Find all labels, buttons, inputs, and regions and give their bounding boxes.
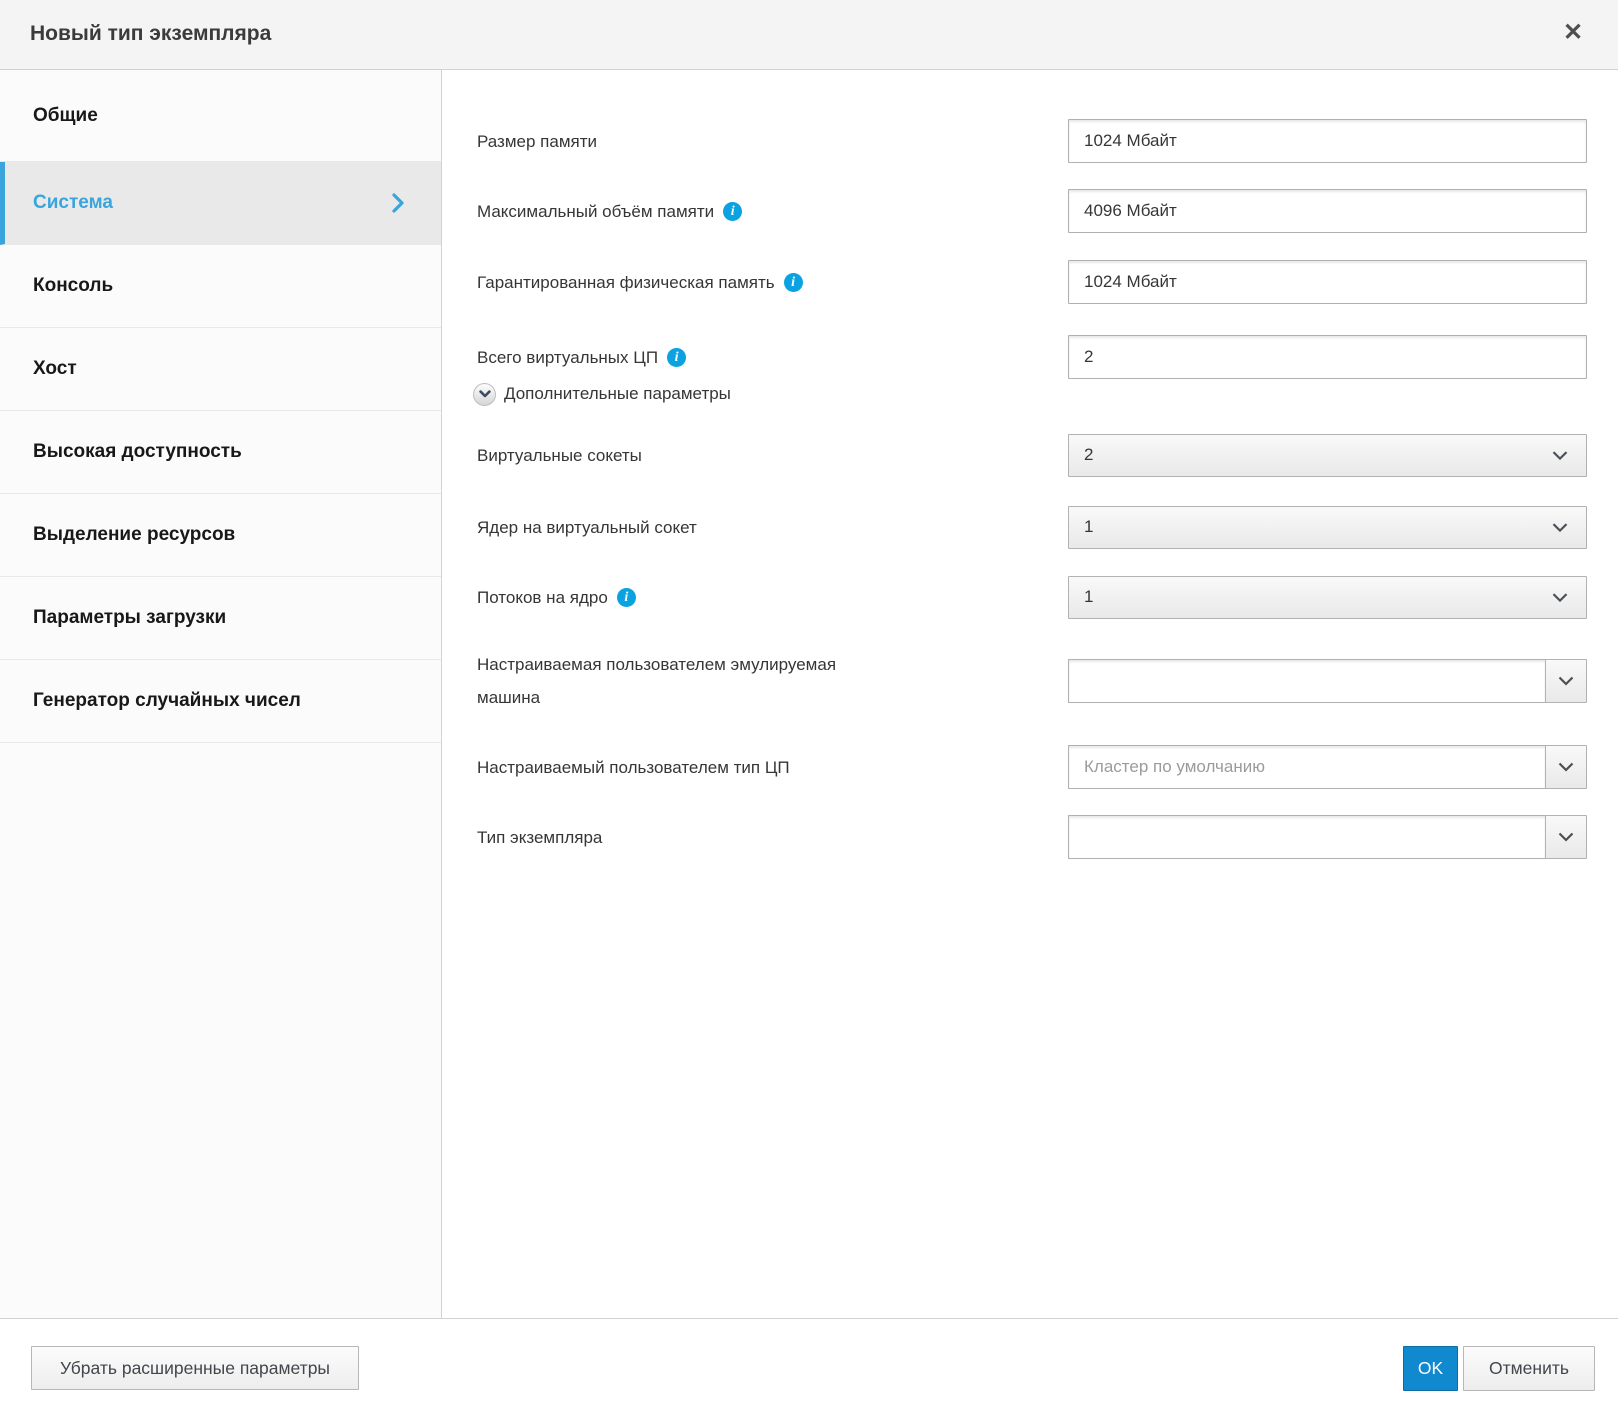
custom-emulated-machine-combobox: [1068, 659, 1587, 703]
new-instance-type-dialog: Новый тип экземпляра ✕ Общие Система Кон…: [0, 0, 1618, 1415]
threads-per-core-select[interactable]: 1: [1068, 576, 1587, 619]
sidebar-item-label: Выделение ресурсов: [33, 524, 235, 546]
combobox-dropdown-button[interactable]: [1545, 745, 1587, 789]
dialog-header: Новый тип экземпляра ✕: [0, 0, 1618, 70]
cores-per-socket-row: Ядер на виртуальный сокет 1: [477, 505, 1587, 549]
guaranteed-memory-input[interactable]: [1068, 260, 1587, 304]
custom-emulated-machine-input[interactable]: [1068, 659, 1545, 703]
dialog-sidebar: Общие Система Консоль Хост Высокая досту…: [0, 70, 442, 1318]
info-icon[interactable]: i: [667, 348, 686, 367]
custom-cpu-type-label: Настраиваемый пользователем тип ЦП: [477, 751, 1068, 784]
info-icon[interactable]: i: [723, 202, 742, 221]
sidebar-item-console[interactable]: Консоль: [0, 245, 441, 328]
sidebar-item-label: Система: [33, 192, 113, 214]
sidebar-item-label: Хост: [33, 358, 77, 380]
chevron-down-icon: [1552, 523, 1568, 533]
cancel-button[interactable]: Отменить: [1463, 1346, 1595, 1391]
guaranteed-memory-row: Гарантированная физическая память i: [477, 260, 1587, 304]
sidebar-item-label: Высокая доступность: [33, 441, 242, 463]
virtual-sockets-select[interactable]: 2: [1068, 434, 1587, 477]
sidebar-item-system[interactable]: Система: [0, 162, 441, 245]
chevron-down-icon: [1552, 451, 1568, 461]
custom-cpu-type-row: Настраиваемый пользователем тип ЦП: [477, 745, 1587, 789]
chevron-right-icon: [391, 192, 405, 214]
memory-size-input[interactable]: [1068, 119, 1587, 163]
ok-button[interactable]: OK: [1403, 1346, 1458, 1391]
dialog-title: Новый тип экземпляра: [30, 22, 271, 46]
total-virtual-cpus-input[interactable]: [1068, 335, 1587, 379]
instance-type-row: Тип экземпляра: [477, 815, 1587, 859]
cores-per-socket-label: Ядер на виртуальный сокет: [477, 511, 1068, 544]
instance-type-input[interactable]: [1068, 815, 1545, 859]
guaranteed-memory-label: Гарантированная физическая память i: [477, 266, 1068, 299]
info-icon[interactable]: i: [784, 273, 803, 292]
system-tab-form: Размер памяти Максимальный объём памяти …: [443, 70, 1618, 1318]
virtual-sockets-row: Виртуальные сокеты 2: [477, 433, 1587, 477]
instance-type-label: Тип экземпляра: [477, 821, 1068, 854]
hide-advanced-parameters-button[interactable]: Убрать расширенные параметры: [31, 1346, 359, 1390]
combobox-dropdown-button[interactable]: [1545, 815, 1587, 859]
max-memory-row: Максимальный объём памяти i: [477, 189, 1587, 233]
sidebar-item-boot-options[interactable]: Параметры загрузки: [0, 577, 441, 660]
sidebar-item-random-generator[interactable]: Генератор случайных чисел: [0, 660, 441, 743]
sidebar-item-label: Параметры загрузки: [33, 607, 226, 629]
sidebar-item-label: Общие: [33, 105, 98, 127]
dialog-footer: Убрать расширенные параметры OK Отменить: [0, 1318, 1618, 1415]
total-virtual-cpus-label: Всего виртуальных ЦП i: [477, 341, 1068, 374]
max-memory-label: Максимальный объём памяти i: [477, 195, 1068, 228]
threads-per-core-label: Потоков на ядро i: [477, 581, 1068, 614]
custom-cpu-type-combobox: [1068, 745, 1587, 789]
total-virtual-cpus-row: Всего виртуальных ЦП i: [477, 335, 1587, 379]
max-memory-input[interactable]: [1068, 189, 1587, 233]
cores-per-socket-select[interactable]: 1: [1068, 506, 1587, 549]
advanced-parameters-label: Дополнительные параметры: [504, 384, 731, 404]
chevron-down-icon: [1552, 593, 1568, 603]
combobox-dropdown-button[interactable]: [1545, 659, 1587, 703]
info-icon[interactable]: i: [617, 588, 636, 607]
threads-per-core-row: Потоков на ядро i 1: [477, 575, 1587, 619]
custom-emulated-machine-row: Настраиваемая пользователем эмулируемая …: [477, 647, 1587, 715]
instance-type-combobox: [1068, 815, 1587, 859]
virtual-sockets-label: Виртуальные сокеты: [477, 439, 1068, 472]
sidebar-item-label: Генератор случайных чисел: [33, 690, 301, 712]
sidebar-item-resource-allocation[interactable]: Выделение ресурсов: [0, 494, 441, 577]
custom-emulated-machine-label: Настраиваемая пользователем эмулируемая …: [477, 648, 1068, 714]
sidebar-item-label: Консоль: [33, 275, 113, 297]
collapse-chevron-icon[interactable]: [473, 383, 496, 406]
close-icon[interactable]: ✕: [1558, 16, 1588, 50]
custom-cpu-type-input[interactable]: [1068, 745, 1545, 789]
memory-size-label: Размер памяти: [477, 125, 1068, 158]
advanced-parameters-toggle[interactable]: Дополнительные параметры: [473, 379, 1583, 409]
sidebar-item-general[interactable]: Общие: [0, 70, 441, 162]
memory-size-row: Размер памяти: [477, 119, 1587, 163]
sidebar-item-host[interactable]: Хост: [0, 328, 441, 411]
sidebar-item-high-availability[interactable]: Высокая доступность: [0, 411, 441, 494]
